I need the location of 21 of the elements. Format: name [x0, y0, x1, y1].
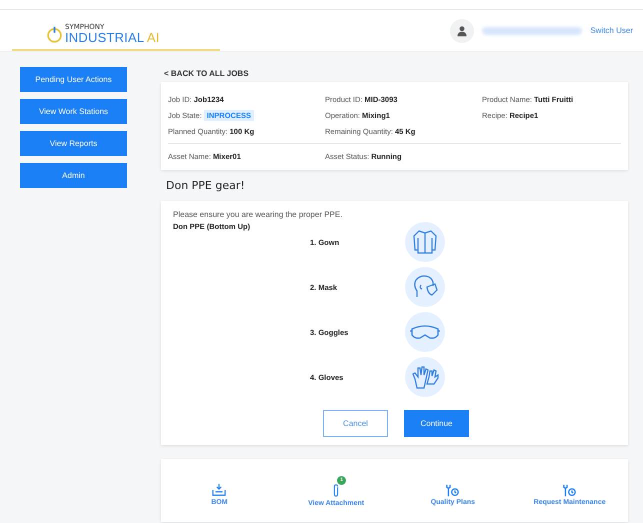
logo-title: INDUSTRIAL AI: [65, 31, 160, 44]
continue-button[interactable]: Continue: [404, 410, 469, 437]
inbox-download-icon: [212, 483, 226, 497]
head-with-mask-icon: [405, 267, 445, 307]
sidebar-button[interactable]: View Reports: [20, 131, 127, 156]
sidebar-button[interactable]: View Work Stations: [20, 99, 127, 124]
switch-user-link[interactable]: Switch User: [590, 26, 633, 35]
wrench-clock-icon: [445, 484, 460, 496]
sidebar-button[interactable]: Pending User Actions: [20, 67, 127, 92]
gown-icon: [405, 222, 445, 262]
goggles-icon: [405, 312, 445, 352]
user-avatar-icon[interactable]: [450, 18, 474, 42]
section-title: Don PPE gear!: [166, 179, 246, 192]
sidebar-button[interactable]: Admin: [20, 163, 127, 188]
cancel-button[interactable]: Cancel: [323, 410, 388, 437]
gloves-icon: [405, 357, 445, 397]
power-icon: [46, 26, 63, 42]
instruction-text: Please ensure you are wearing the proper PPE.: [173, 210, 344, 219]
wrench-clock-icon: [562, 484, 578, 496]
back-link[interactable]: < BACK TO ALL JOBS: [164, 69, 628, 78]
paperclip-icon: [332, 482, 340, 498]
